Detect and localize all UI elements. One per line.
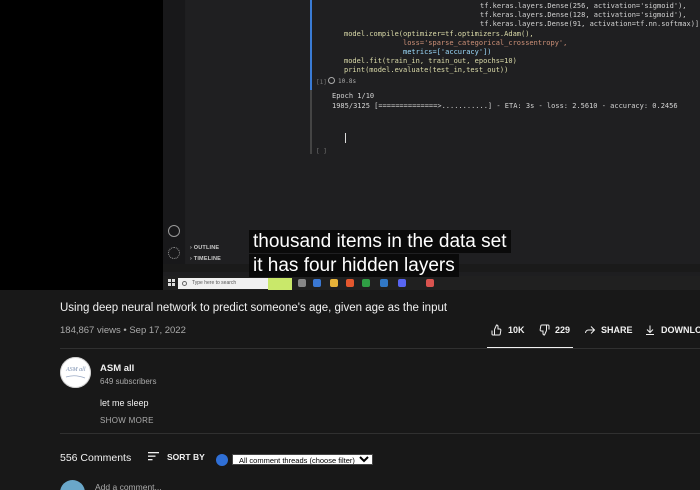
- download-icon: [646, 325, 654, 335]
- caption-line: thousand items in the data set: [249, 230, 511, 253]
- code-line: print(model.evaluate(test_in,test_out)): [344, 66, 509, 74]
- taskbar-search: Type here to search: [178, 278, 270, 289]
- views-date: 184,867 views • Sep 17, 2022: [60, 325, 186, 336]
- channel-name[interactable]: ASM all: [100, 363, 134, 374]
- firefox-icon: [346, 279, 354, 287]
- caption-line: it has four hidden layers: [249, 254, 459, 277]
- download-button[interactable]: DOWNLOAD: [644, 324, 700, 336]
- comment-count: 556 Comments: [60, 452, 132, 464]
- sort-icon[interactable]: [148, 451, 159, 461]
- vscode-icon: [380, 279, 388, 287]
- folder-icon: [330, 279, 338, 287]
- account-icon: [168, 225, 180, 237]
- check-icon: [328, 77, 335, 84]
- comment-filter-select[interactable]: All comment threads (choose filter): [232, 454, 373, 465]
- thumbs-down-icon: [539, 324, 550, 336]
- user-avatar: [60, 480, 85, 490]
- windows-icon: [168, 279, 175, 286]
- show-more-button[interactable]: SHOW MORE: [100, 416, 154, 425]
- download-label: DOWNLOAD: [661, 325, 700, 335]
- active-cell-indicator: [310, 0, 312, 92]
- app-icon: [362, 279, 370, 287]
- code-line: metrics=['accuracy']): [344, 48, 492, 56]
- like-button[interactable]: 10K: [491, 324, 525, 336]
- chrome-icon: [426, 279, 434, 287]
- dislike-count: 229: [555, 325, 571, 335]
- add-comment-input[interactable]: Add a comment...: [95, 482, 162, 490]
- gear-icon: [168, 247, 180, 259]
- sidebar-timeline: › TIMELINE: [190, 256, 222, 262]
- subscriber-count: 649 subscribers: [100, 377, 157, 386]
- video-description: let me sleep: [100, 398, 149, 408]
- code-line: tf.keras.layers.Dense(128, activation='s…: [480, 11, 687, 19]
- like-count: 10K: [508, 325, 525, 335]
- thumbs-up-icon: [491, 324, 502, 336]
- output-epoch: Epoch 1/10: [332, 92, 375, 100]
- task-view-icon: [298, 279, 306, 287]
- divider: [60, 348, 700, 349]
- share-label: SHARE: [601, 325, 633, 335]
- share-button[interactable]: SHARE: [584, 324, 633, 336]
- output-progress: 1985/3125 [==============>...........] -…: [332, 102, 678, 110]
- code-line: model.fit(train_in, train_out, epochs=10…: [344, 57, 517, 65]
- execution-time: 10.8s: [338, 78, 357, 85]
- empty-cell-marker: [ ]: [316, 148, 327, 155]
- dislike-button[interactable]: 229: [538, 324, 570, 336]
- sidebar-outline: › OUTLINE: [190, 245, 220, 251]
- captions: thousand items in the data set it has fo…: [249, 230, 511, 278]
- channel-avatar[interactable]: ASM all: [60, 357, 91, 388]
- share-icon: [585, 326, 596, 334]
- text-cursor: [345, 133, 346, 143]
- video-title: Using deep neural network to predict som…: [60, 302, 448, 314]
- filter-extension-icon[interactable]: [216, 454, 228, 466]
- divider: [60, 433, 700, 434]
- sort-by-button[interactable]: SORT BY: [167, 452, 205, 462]
- edge-icon: [313, 279, 321, 287]
- video-player[interactable]: tf.keras.layers.Dense(256, activation='s…: [0, 0, 700, 290]
- search-icon: [182, 281, 187, 286]
- avatar-text: ASM all: [65, 367, 86, 373]
- taskbar-thumbnail: [268, 278, 292, 290]
- code-line: tf.keras.layers.Dense(91, activation=tf.…: [480, 20, 700, 28]
- code-line: tf.keras.layers.Dense(256, activation='s…: [480, 2, 687, 10]
- cell-execution-number: [1]: [316, 79, 327, 86]
- discord-icon: [398, 279, 406, 287]
- code-line: loss='sparse_categorical_crossentropy',: [344, 39, 568, 47]
- code-line: model.compile(optimizer=tf.optimizers.Ad…: [344, 30, 534, 38]
- output-cell-indicator: [310, 90, 312, 154]
